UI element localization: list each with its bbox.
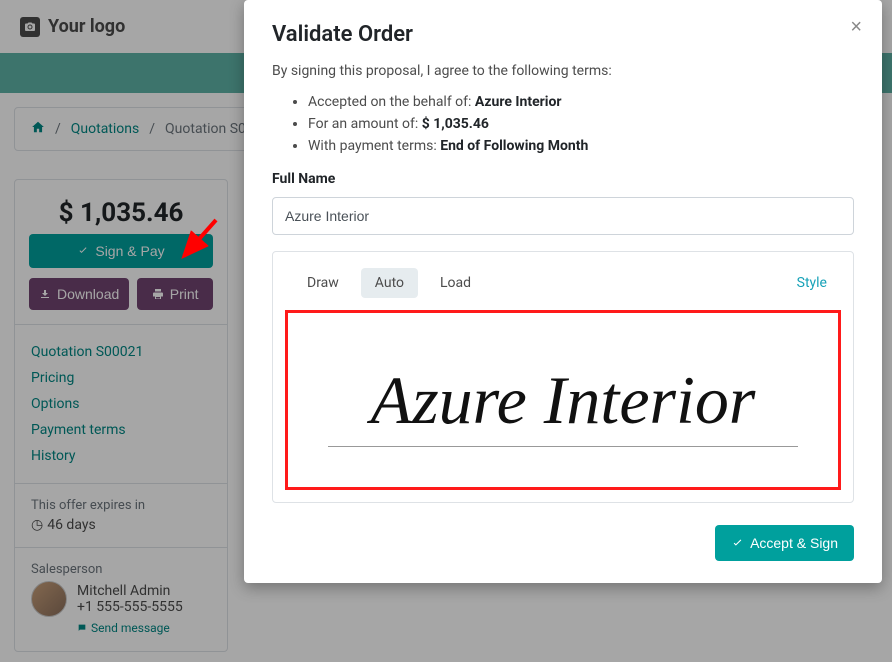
fullname-label: Full Name	[272, 171, 854, 187]
tab-auto[interactable]: Auto	[361, 268, 418, 298]
fullname-input[interactable]	[272, 197, 854, 235]
signature-card: Draw Auto Load Style Azure Interior	[272, 251, 854, 503]
accept-and-sign-button[interactable]: Accept & Sign	[715, 525, 854, 561]
accept-sign-label: Accept & Sign	[750, 535, 838, 551]
signature-canvas[interactable]: Azure Interior	[285, 310, 841, 490]
terms-block: By signing this proposal, I agree to the…	[272, 63, 854, 157]
term-amount: For an amount of: $ 1,035.46	[308, 113, 854, 135]
signature-preview: Azure Interior	[371, 361, 756, 440]
close-button[interactable]: ×	[850, 16, 862, 39]
terms-intro: By signing this proposal, I agree to the…	[272, 63, 854, 79]
signature-style-link[interactable]: Style	[797, 275, 833, 291]
validate-order-modal: × Validate Order By signing this proposa…	[244, 0, 882, 583]
term-payment: With payment terms: End of Following Mon…	[308, 135, 854, 157]
modal-title: Validate Order	[272, 22, 854, 47]
tab-load[interactable]: Load	[426, 268, 485, 298]
signature-baseline	[328, 446, 798, 447]
tab-draw[interactable]: Draw	[293, 268, 353, 298]
term-accepted: Accepted on the behalf of: Azure Interio…	[308, 91, 854, 113]
check-icon	[731, 537, 744, 550]
